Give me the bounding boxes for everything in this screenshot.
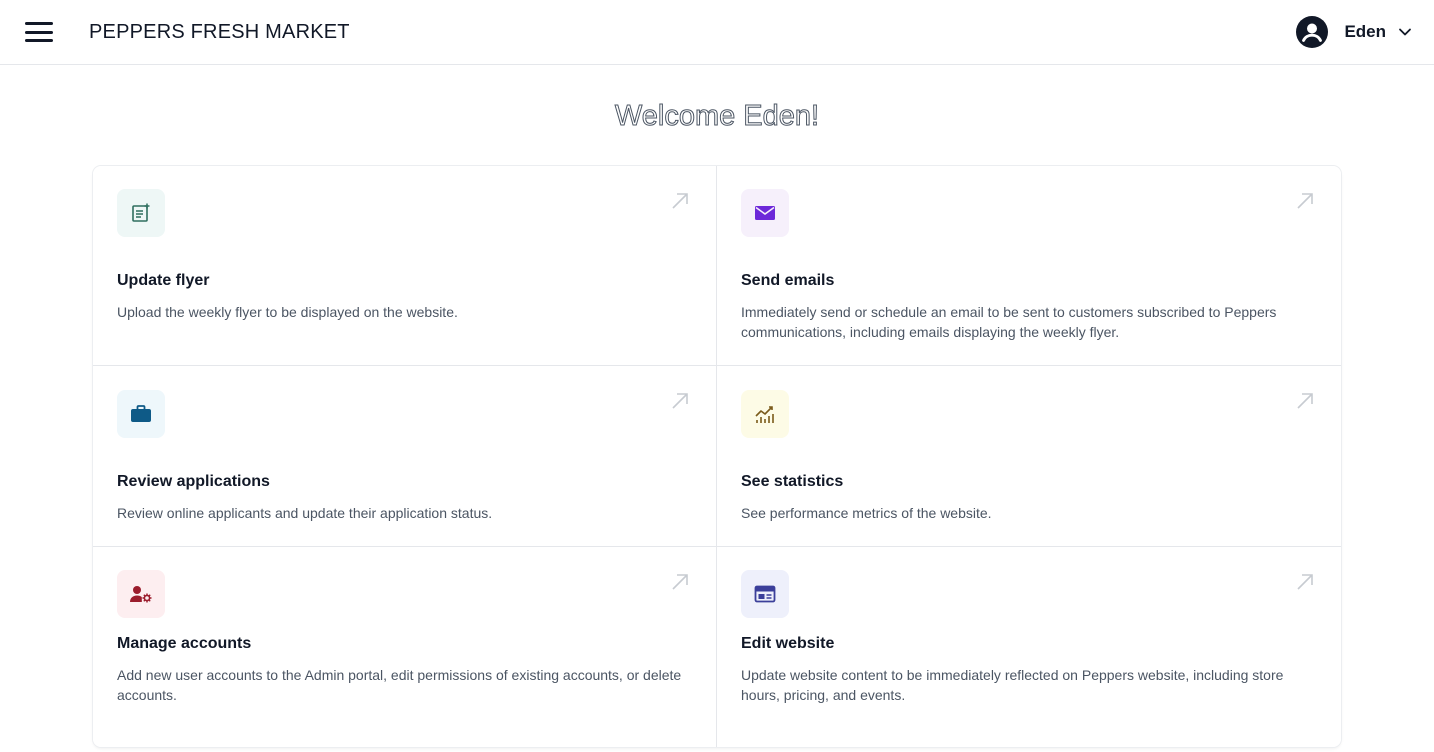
review-applications-card[interactable]: Review applications Review online applic… — [93, 366, 717, 547]
arrow-up-right-icon — [672, 393, 688, 409]
send-emails-icon-tile — [741, 189, 789, 237]
card-description: Upload the weekly flyer to be displayed … — [117, 304, 458, 320]
user-avatar-icon — [1296, 16, 1329, 48]
document-add-icon — [132, 203, 150, 222]
welcome-heading: Welcome Eden! — [614, 100, 820, 133]
arrow-up-right-icon — [1297, 393, 1313, 409]
see-statistics-card[interactable]: See statistics See performance metrics o… — [717, 366, 1341, 547]
user-menu[interactable]: Eden — [1296, 15, 1412, 49]
card-description: Immediately send or schedule an email to… — [741, 304, 1277, 340]
briefcase-icon — [131, 405, 151, 422]
user-settings-icon — [130, 586, 152, 603]
card-title: Send emails — [741, 272, 835, 289]
arrow-up-right-icon — [672, 574, 688, 590]
brand-title: PEPPERS FRESH MARKET — [89, 21, 350, 43]
update-flyer-icon-tile — [117, 189, 165, 237]
arrow-up-right-icon — [672, 193, 688, 209]
top-bar: PEPPERS FRESH MARKET Eden — [0, 0, 1434, 65]
user-name: Eden — [1344, 22, 1386, 41]
card-description: See performance metrics of the website. — [741, 505, 992, 521]
card-title: Edit website — [741, 635, 835, 652]
hamburger-menu-icon[interactable] — [22, 18, 56, 46]
card-title: See statistics — [741, 473, 844, 490]
browser-window-icon — [754, 585, 776, 603]
arrow-up-right-icon — [1297, 574, 1313, 590]
envelope-icon — [755, 206, 775, 220]
update-flyer-card[interactable]: Update flyer Upload the weekly flyer to … — [93, 166, 717, 366]
manage-accounts-icon-tile — [117, 570, 165, 618]
manage-accounts-card[interactable]: Manage accounts Add new user accounts to… — [93, 547, 717, 747]
send-emails-card[interactable]: Send emails Immediately send or schedule… — [717, 166, 1341, 366]
card-title: Update flyer — [117, 272, 210, 289]
arrow-up-right-icon — [1297, 193, 1313, 209]
action-cards-grid: Update flyer Upload the weekly flyer to … — [93, 166, 1341, 747]
review-applications-icon-tile — [117, 390, 165, 438]
edit-website-card[interactable]: Edit website Update website content to b… — [717, 547, 1341, 747]
card-description: Add new user accounts to the Admin porta… — [117, 667, 682, 703]
chevron-down-icon — [1399, 28, 1411, 36]
edit-website-icon-tile — [741, 570, 789, 618]
card-title: Manage accounts — [117, 635, 252, 652]
chart-icon — [755, 406, 774, 423]
see-statistics-icon-tile — [741, 390, 789, 438]
card-description: Update website content to be immediately… — [741, 667, 1284, 703]
card-description: Review online applicants and update thei… — [117, 505, 493, 521]
card-title: Review applications — [117, 473, 270, 490]
